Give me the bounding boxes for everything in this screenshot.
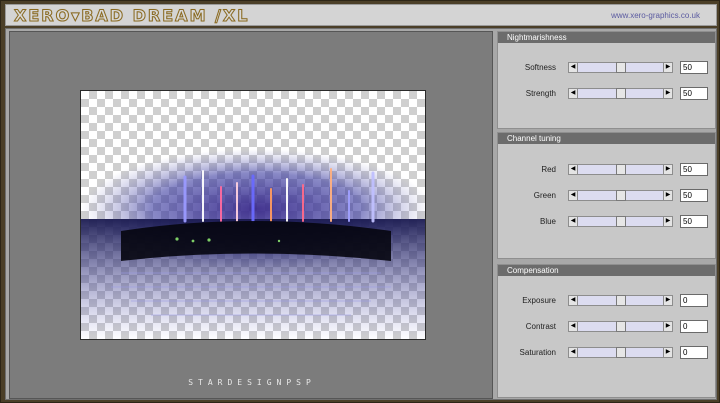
arrow-right-icon[interactable]: ▶ <box>663 165 672 174</box>
arrow-left-icon[interactable]: ◀ <box>569 191 578 200</box>
plugin-window: XERO▾BAD DREAM /XL www.xero-graphics.co.… <box>0 0 720 403</box>
panel-title: Nightmarishness <box>498 32 715 43</box>
green-value-field[interactable]: 50 <box>680 189 708 202</box>
saturation-slider[interactable]: ◀ ▶ <box>568 347 673 358</box>
contrast-slider[interactable]: ◀ ▶ <box>568 321 673 332</box>
control-label: Exposure <box>522 296 556 305</box>
website-link[interactable]: www.xero-graphics.co.uk <box>611 11 700 20</box>
slider-thumb[interactable] <box>615 164 626 175</box>
title-bar: XERO▾BAD DREAM /XL www.xero-graphics.co.… <box>5 4 717 26</box>
arrow-right-icon[interactable]: ▶ <box>663 191 672 200</box>
softness-value-field[interactable]: 50 <box>680 61 708 74</box>
slider-thumb[interactable] <box>615 216 626 227</box>
control-label: Red <box>541 165 556 174</box>
arrow-right-icon[interactable]: ▶ <box>663 322 672 331</box>
control-label: Saturation <box>519 348 556 357</box>
control-label: Green <box>533 191 556 200</box>
contrast-value-field[interactable]: 0 <box>680 320 708 333</box>
arrow-right-icon[interactable]: ▶ <box>663 217 672 226</box>
slider-thumb[interactable] <box>615 295 626 306</box>
control-row-contrast: Contrast ◀ ▶ 0 <box>498 320 717 334</box>
green-slider[interactable]: ◀ ▶ <box>568 190 673 201</box>
strength-slider[interactable]: ◀ ▶ <box>568 88 673 99</box>
slider-thumb[interactable] <box>615 62 626 73</box>
blue-slider[interactable]: ◀ ▶ <box>568 216 673 227</box>
control-row-red: Red ◀ ▶ 50 <box>498 163 717 177</box>
control-row-exposure: Exposure ◀ ▶ 0 <box>498 294 717 308</box>
arrow-left-icon[interactable]: ◀ <box>569 217 578 226</box>
panel-title: Compensation <box>498 265 715 276</box>
exposure-value-field[interactable]: 0 <box>680 294 708 307</box>
control-label: Strength <box>525 89 556 98</box>
control-row-blue: Blue ◀ ▶ 50 <box>498 215 717 229</box>
control-label: Contrast <box>525 322 556 331</box>
exposure-slider[interactable]: ◀ ▶ <box>568 295 673 306</box>
control-label: Blue <box>539 217 556 226</box>
control-row-saturation: Saturation ◀ ▶ 0 <box>498 346 717 360</box>
panel-title: Channel tuning <box>498 133 715 144</box>
preview-image <box>81 149 425 339</box>
control-row-green: Green ◀ ▶ 50 <box>498 189 717 203</box>
arrow-left-icon[interactable]: ◀ <box>569 63 578 72</box>
client-area: STARDESIGNPSP Nightmarishness Softness ◀… <box>5 28 717 400</box>
panel-compensation: Compensation Exposure ◀ ▶ 0 Contrast ◀ ▶… <box>497 264 716 398</box>
slider-thumb[interactable] <box>615 190 626 201</box>
red-value-field[interactable]: 50 <box>680 163 708 176</box>
softness-slider[interactable]: ◀ ▶ <box>568 62 673 73</box>
slider-thumb[interactable] <box>615 347 626 358</box>
control-label: Softness <box>524 63 556 72</box>
preview-canvas[interactable] <box>80 90 426 340</box>
arrow-right-icon[interactable]: ▶ <box>663 89 672 98</box>
arrow-right-icon[interactable]: ▶ <box>663 63 672 72</box>
arrow-right-icon[interactable]: ▶ <box>663 348 672 357</box>
author-credit: STARDESIGNPSP <box>188 378 316 387</box>
panel-channel-tuning: Channel tuning Red ◀ ▶ 50 Green ◀ ▶ 50 B… <box>497 132 716 259</box>
arrow-left-icon[interactable]: ◀ <box>569 296 578 305</box>
app-title: XERO▾BAD DREAM /XL <box>13 6 250 26</box>
red-slider[interactable]: ◀ ▶ <box>568 164 673 175</box>
strength-value-field[interactable]: 50 <box>680 87 708 100</box>
saturation-value-field[interactable]: 0 <box>680 346 708 359</box>
control-row-softness: Softness ◀ ▶ 50 <box>498 61 717 75</box>
arrow-left-icon[interactable]: ◀ <box>569 165 578 174</box>
arrow-left-icon[interactable]: ◀ <box>569 348 578 357</box>
slider-thumb[interactable] <box>615 88 626 99</box>
control-row-strength: Strength ◀ ▶ 50 <box>498 87 717 101</box>
panel-nightmarishness: Nightmarishness Softness ◀ ▶ 50 Strength… <box>497 31 716 129</box>
preview-area: STARDESIGNPSP <box>9 31 493 399</box>
arrow-left-icon[interactable]: ◀ <box>569 89 578 98</box>
arrow-right-icon[interactable]: ▶ <box>663 296 672 305</box>
slider-thumb[interactable] <box>615 321 626 332</box>
arrow-left-icon[interactable]: ◀ <box>569 322 578 331</box>
blue-value-field[interactable]: 50 <box>680 215 708 228</box>
